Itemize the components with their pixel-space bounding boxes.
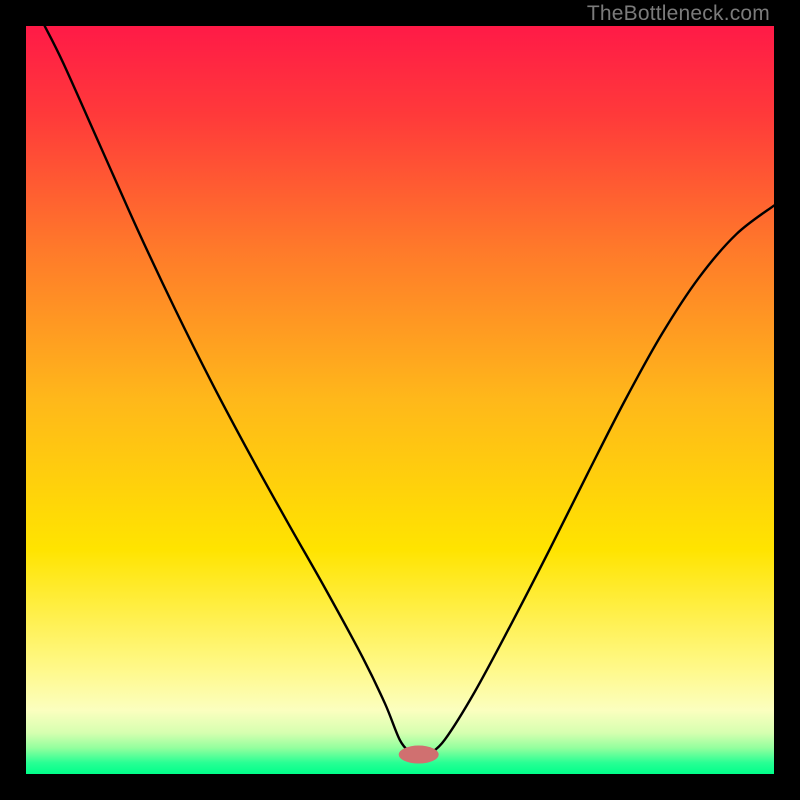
chart-stage: TheBottleneck.com xyxy=(0,0,800,800)
chart-svg xyxy=(0,0,800,800)
optimum-marker xyxy=(399,746,439,764)
plot-background xyxy=(26,26,774,774)
watermark-text: TheBottleneck.com xyxy=(587,2,770,26)
